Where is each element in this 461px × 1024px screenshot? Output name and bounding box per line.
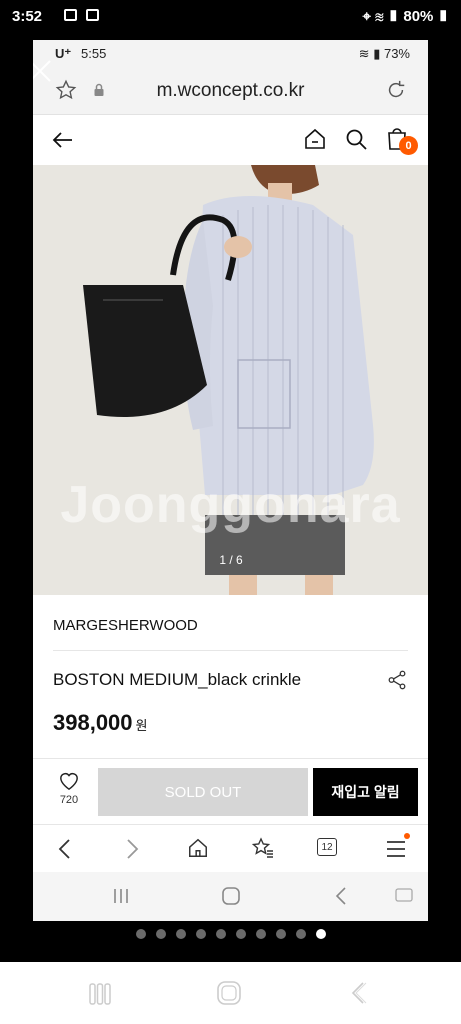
inner-battery-percent: 73%: [383, 46, 410, 61]
carrier-label: U⁺: [55, 46, 72, 61]
signal-icon: ▮: [387, 8, 400, 25]
pager-dot[interactable]: [215, 929, 226, 939]
sold-out-button[interactable]: SOLD OUT: [98, 768, 308, 816]
heart-icon[interactable]: [58, 771, 80, 791]
status-right: ⌖ ≋ ▮ 80% ▮: [363, 8, 449, 25]
menu-icon[interactable]: [385, 839, 407, 859]
browser-toolbar: 12: [33, 824, 428, 873]
system-home-icon[interactable]: [221, 886, 241, 906]
system-back-icon[interactable]: [333, 886, 349, 906]
recent-apps-icon[interactable]: [88, 982, 112, 1006]
back-arrow-icon[interactable]: [51, 128, 75, 152]
browser-forward-icon[interactable]: [122, 837, 142, 861]
reload-icon[interactable]: [385, 79, 407, 101]
menu-notification-dot: [404, 833, 410, 839]
keyboard-icon[interactable]: [395, 888, 413, 902]
pager-dot[interactable]: [155, 929, 166, 939]
recent-apps-icon[interactable]: [111, 887, 131, 905]
status-time: 3:52: [12, 8, 43, 25]
wishlist-button[interactable]: 720: [51, 771, 87, 806]
brand-name[interactable]: MARGESHERWOOD: [53, 617, 198, 634]
product-price: 398,000 원: [53, 710, 148, 736]
pager-dot[interactable]: [295, 929, 306, 939]
price-currency: 원: [135, 718, 148, 733]
device-nav-bar: [0, 962, 461, 1024]
close-icon[interactable]: [33, 58, 53, 84]
pager-dot[interactable]: [255, 929, 266, 939]
share-icon[interactable]: [386, 669, 408, 691]
bookmarks-icon[interactable]: [251, 836, 275, 860]
pager-dot[interactable]: [275, 929, 286, 939]
url-text[interactable]: m.wconcept.co.kr: [33, 80, 428, 102]
inner-status-time: 5:55: [81, 46, 107, 61]
back-button-icon[interactable]: [348, 980, 368, 1006]
signal-icon: ▮: [373, 46, 381, 61]
gallery-notification-icon: [64, 9, 77, 21]
site-header: 0: [33, 115, 428, 165]
wifi-icon: ≋: [375, 8, 384, 25]
home-button-icon[interactable]: [216, 980, 242, 1006]
wishlist-count: 720: [59, 794, 79, 806]
inner-status-bar: U⁺ 5:55 ≋ ▮ 73%: [33, 40, 428, 68]
tabs-count-button[interactable]: 12: [317, 838, 337, 856]
browser-back-icon[interactable]: [55, 837, 75, 861]
gallery-pager: [0, 929, 461, 945]
pager-dot-active[interactable]: [315, 929, 326, 939]
device-status-bar: 3:52 ⌖ ≋ ▮ 80% ▮: [0, 0, 461, 34]
divider: [53, 650, 408, 651]
pager-dot[interactable]: [235, 929, 246, 939]
home-icon[interactable]: [303, 127, 327, 151]
battery-icon: ▮: [437, 8, 449, 25]
watermark-text: Joonggonara: [60, 476, 401, 534]
search-icon[interactable]: [344, 127, 368, 151]
battery-percent: 80%: [403, 8, 434, 25]
browser-home-icon[interactable]: [187, 837, 209, 859]
pager-dot[interactable]: [175, 929, 186, 939]
restock-alert-button[interactable]: 재입고 알림: [313, 768, 418, 816]
image-counter: 1 / 6: [219, 553, 243, 567]
browser-url-bar[interactable]: m.wconcept.co.kr: [33, 68, 428, 115]
pager-dot[interactable]: [195, 929, 206, 939]
purchase-bar: 720 SOLD OUT 재입고 알림: [33, 758, 428, 825]
product-name: BOSTON MEDIUM_black crinkle: [53, 670, 302, 689]
app-notification-icon: [86, 9, 99, 21]
pager-dot[interactable]: [135, 929, 146, 939]
screenshot-card: U⁺ 5:55 ≋ ▮ 73% m.wconcept.co.kr 0 Joong…: [33, 40, 428, 921]
cart-count-badge: 0: [399, 136, 418, 155]
location-icon: ⌖: [362, 8, 371, 25]
product-image[interactable]: Joonggonara 1 / 6: [33, 165, 428, 595]
price-value: 398,000: [53, 710, 133, 735]
inner-status-right: ≋ ▮ 73%: [359, 46, 410, 62]
wifi-icon: ≋: [358, 46, 370, 61]
inner-system-nav: [33, 872, 428, 921]
